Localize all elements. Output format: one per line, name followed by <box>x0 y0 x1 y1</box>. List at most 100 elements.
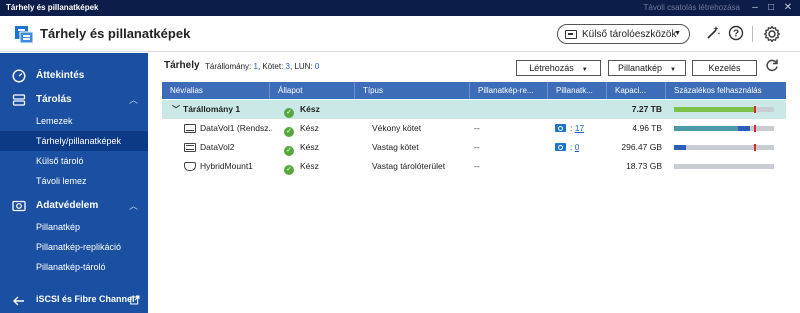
sidebar-section-data-protection[interactable]: Adatvédelem ︿ <box>0 196 148 216</box>
table-row-volume[interactable]: HybridMount1 ✓ Kész Vastag tárolóterület … <box>162 157 786 176</box>
sidebar-item-snapshot-replication[interactable]: Pillanatkép-replikáció <box>0 237 148 257</box>
close-icon[interactable]: ✕ <box>781 1 795 15</box>
snapshot-button-label: Pillanatkép <box>618 63 663 73</box>
threshold-marker <box>754 106 756 113</box>
table-row-volume[interactable]: DataVol1 (Rendsz... ✓ Kész Vékony kötet -… <box>162 119 786 138</box>
snapshot-count-link[interactable]: 17 <box>575 123 584 133</box>
table-row-pool[interactable]: ﹀ Tárállomány 1 ✓ Kész 7.27 TB <box>162 100 786 119</box>
external-drive-icon <box>565 30 577 39</box>
create-button-label: Létrehozás <box>529 63 574 73</box>
column-header-usage[interactable]: Százalékos felhasználás <box>666 82 786 99</box>
volume-count: 3 <box>285 62 290 71</box>
volume-name: DataVol2 <box>200 142 235 152</box>
sidebar-item-iscsi[interactable]: iSCSI és Fibre Channel <box>0 289 148 313</box>
app-title: Tárhely és pillanatképek <box>40 26 191 41</box>
check-icon: ✓ <box>284 127 294 137</box>
lun-count-label: LUN: <box>294 62 313 71</box>
pool-name-cell: ﹀ Tárállomány 1 <box>172 100 240 119</box>
external-link-icon <box>130 295 140 305</box>
usage-segment <box>674 145 686 150</box>
usage-bar <box>674 106 774 113</box>
dashboard-icon <box>12 69 26 83</box>
gear-icon[interactable] <box>763 25 781 43</box>
snapshot-count-link[interactable]: 0 <box>575 142 580 152</box>
create-button[interactable]: Létrehozás ▼ <box>516 60 601 76</box>
volume-name: HybridMount1 <box>200 161 253 171</box>
check-icon: ✓ <box>284 165 294 175</box>
column-header-snapshot-schedule[interactable]: Pillanatkép-re... <box>470 82 548 99</box>
window-titlebar: Tárhely és pillanatképek Távoli csatolás… <box>0 0 800 16</box>
help-icon[interactable]: ? <box>727 25 745 43</box>
pool-name: Tárállomány 1 <box>183 104 241 114</box>
refresh-icon[interactable] <box>763 58 781 76</box>
sidebar-item-storage-snapshots[interactable]: Tárhely/pillanatképek <box>0 131 148 151</box>
type-cell: Vastag kötet <box>372 142 419 152</box>
table-header: Név/alias Állapot Típus Pillanatkép-re..… <box>162 82 786 99</box>
arrow-left-icon <box>13 296 24 306</box>
sidebar-item-label: Tárhely/pillanatképek <box>36 136 122 146</box>
sidebar-item-label: Lemezek <box>36 116 73 126</box>
snapshot-button[interactable]: Pillanatkép ▼ <box>608 60 686 76</box>
status-cell: ✓ Kész <box>284 138 319 157</box>
volume-icon <box>184 124 196 133</box>
sidebar-section-label: Tárolás <box>36 94 72 105</box>
storage-app-icon <box>15 26 34 44</box>
table-row-volume[interactable]: DataVol2 ✓ Kész Vastag kötet -- : 0 296.4… <box>162 138 786 157</box>
status-cell: ✓ Kész <box>284 100 320 119</box>
sidebar-item-external-storage[interactable]: Külső tároló <box>0 151 148 171</box>
magic-wand-icon[interactable] <box>704 25 722 43</box>
chevron-up-icon[interactable]: ︿ <box>129 199 138 212</box>
manage-button[interactable]: Kezelés <box>692 60 757 76</box>
sidebar-item-label: iSCSI és Fibre Channel <box>36 294 135 304</box>
column-header-capacity[interactable]: Kapaci... <box>607 82 666 99</box>
sidebar-section-label: Adatvédelem <box>36 200 99 211</box>
status-cell: ✓ Kész <box>284 119 319 138</box>
remote-mount-text[interactable]: Távoli csatolás létrehozása <box>644 3 741 12</box>
sidebar-section-label: Áttekintés <box>36 70 85 81</box>
snapshot-icon <box>555 143 566 151</box>
capacity-cell: 18.73 GB <box>626 161 662 171</box>
chevron-down-icon: ▼ <box>581 67 588 73</box>
sidebar-item-snapshot[interactable]: Pillanatkép <box>0 217 148 237</box>
page-title: Tárhely <box>164 60 200 71</box>
manage-button-label: Kezelés <box>708 63 741 73</box>
sidebar-item-snapshot-vault[interactable]: Pillanatkép-tároló <box>0 257 148 277</box>
status-cell: ✓ Kész <box>284 157 319 176</box>
pool-count-label: Tárállomány: <box>205 62 252 71</box>
header-divider <box>752 26 753 42</box>
minimize-icon[interactable]: – <box>748 1 762 15</box>
app-header: Tárhely és pillanatképek Külső tárolóesz… <box>0 16 800 52</box>
check-icon: ✓ <box>284 146 294 156</box>
usage-bar <box>674 144 774 151</box>
usage-bar <box>674 125 774 132</box>
snapshot-icon <box>12 200 26 212</box>
schedule-cell: -- <box>474 142 480 152</box>
column-header-status[interactable]: Állapot <box>270 82 355 99</box>
external-storage-label: Külső tárolóeszközök <box>582 29 677 40</box>
volume-count-label: Kötet: <box>262 62 284 71</box>
sidebar-item-remote-disk[interactable]: Távoli lemez <box>0 171 148 191</box>
sidebar-section-overview[interactable]: Áttekintés <box>0 66 148 86</box>
maximize-icon[interactable]: □ <box>764 1 778 15</box>
snapshot-count-cell: : 0 <box>555 138 579 157</box>
schedule-cell: -- <box>474 161 480 171</box>
external-storage-button[interactable]: Külső tárolóeszközök ▼ <box>557 24 690 44</box>
sidebar-section-storage[interactable]: Tárolás ︿ <box>0 90 148 110</box>
sidebar-item-label: Külső tároló <box>36 156 84 166</box>
sidebar-item-disks[interactable]: Lemezek <box>0 111 148 131</box>
capacity-cell: 296.47 GB <box>621 142 662 152</box>
sidebar-item-label: Pillanatkép-tároló <box>36 262 106 272</box>
column-header-type[interactable]: Típus <box>355 82 470 99</box>
status-text: Kész <box>300 142 319 152</box>
chevron-up-icon[interactable]: ︿ <box>129 93 138 106</box>
usage-segment <box>738 126 750 131</box>
hybrid-mount-icon <box>184 162 196 171</box>
chevron-down-icon[interactable]: ﹀ <box>172 105 180 114</box>
sidebar-item-label: Pillanatkép <box>36 222 81 232</box>
column-header-name[interactable]: Név/alias <box>162 82 270 99</box>
snapshot-icon <box>555 124 566 132</box>
storage-summary: Tárállomány: 1, Kötet: 3, LUN: 0 <box>205 62 320 71</box>
status-text: Kész <box>300 104 320 114</box>
column-header-snapshots[interactable]: Pillanatk... <box>548 82 607 99</box>
svg-text:?: ? <box>733 29 739 40</box>
